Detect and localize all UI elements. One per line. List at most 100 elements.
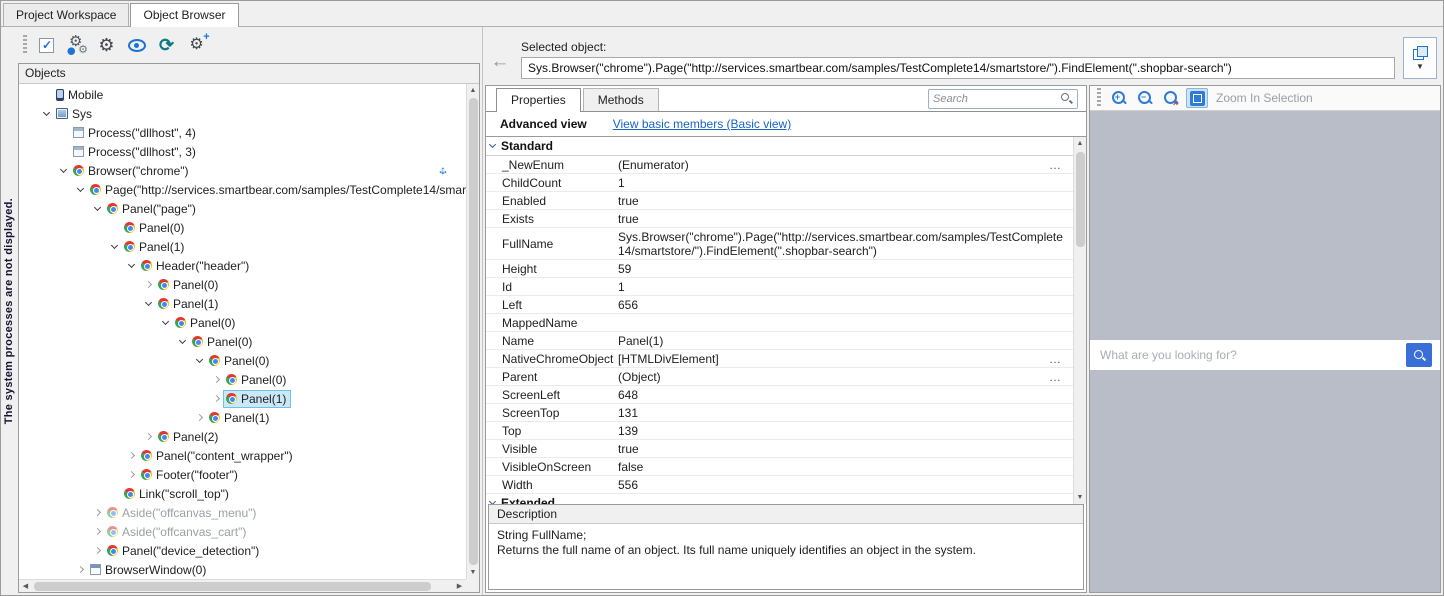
expander-icon[interactable] (125, 472, 138, 477)
grid-vertical-scrollbar[interactable]: ▲ ▼ (1073, 137, 1086, 504)
preview-search-button[interactable] (1406, 343, 1432, 367)
tree-item[interactable]: Panel(0) (19, 218, 466, 237)
tree-item[interactable]: Sys (19, 104, 466, 123)
property-row[interactable]: ChildCount1 (486, 174, 1073, 192)
move-icon[interactable]: ↔↕ (436, 163, 450, 177)
tree-horizontal-scrollbar[interactable]: ◀ ▶ (19, 579, 466, 592)
property-row[interactable]: FullNameSys.Browser("chrome").Page("http… (486, 228, 1073, 260)
property-row[interactable]: Enabledtrue (486, 192, 1073, 210)
refresh-button[interactable] (153, 32, 180, 59)
basic-view-link[interactable]: View basic members (Basic view) (613, 117, 792, 131)
tree-item[interactable]: Panel(0) (19, 332, 466, 351)
highlight-object-button[interactable] (33, 32, 60, 59)
scroll-up-arrow-icon[interactable]: ▲ (467, 84, 480, 97)
tab-project-workspace[interactable]: Project Workspace (3, 3, 129, 26)
property-row[interactable]: Width556 (486, 476, 1073, 494)
property-row[interactable]: Parent(Object)… (486, 368, 1073, 386)
expander-icon[interactable] (91, 529, 104, 534)
tree-item[interactable]: Link("scroll_top") (19, 484, 466, 503)
property-row[interactable]: Visibletrue (486, 440, 1073, 458)
tab-methods[interactable]: Methods (583, 88, 659, 111)
tree-item[interactable]: Process("dllhost", 3) (19, 142, 466, 161)
tree-item[interactable]: Mobile (19, 85, 466, 104)
tree-item[interactable]: Panel(2) (19, 427, 466, 446)
section-header[interactable]: Standard (486, 137, 1073, 156)
zoom-out-button[interactable]: − (1134, 88, 1156, 108)
ellipsis-button[interactable]: … (1041, 370, 1069, 384)
tree-item[interactable]: Aside("offcanvas_menu") (19, 503, 466, 522)
property-row[interactable]: NamePanel(1) (486, 332, 1073, 350)
property-row[interactable]: VisibleOnScreenfalse (486, 458, 1073, 476)
tree-vertical-scrollbar[interactable]: ▲ ▼ (466, 84, 479, 579)
scroll-down-arrow-icon[interactable]: ▼ (467, 566, 480, 579)
property-row[interactable]: Id1 (486, 278, 1073, 296)
toolbar-grip[interactable] (23, 35, 27, 55)
toolbar-grip[interactable] (1097, 88, 1101, 108)
object-spy-button[interactable] (123, 32, 150, 59)
tree-item[interactable]: Page("http://services.smartbear.com/samp… (19, 180, 466, 199)
property-row[interactable]: ScreenLeft648 (486, 386, 1073, 404)
zoom-selection-button[interactable] (1186, 88, 1208, 108)
expander-icon[interactable] (74, 567, 87, 572)
tree-item[interactable]: Header("header") (19, 256, 466, 275)
expander-icon[interactable] (193, 359, 206, 362)
expander-icon[interactable] (142, 434, 155, 439)
property-search-input[interactable] (933, 93, 1061, 105)
property-row[interactable]: ScreenTop131 (486, 404, 1073, 422)
expander-icon[interactable] (91, 548, 104, 553)
section-header[interactable]: Extended (486, 494, 1073, 504)
expander-icon[interactable] (91, 510, 104, 515)
tree-item[interactable]: Panel(0) (19, 313, 466, 332)
scrollbar-thumb[interactable] (34, 582, 431, 591)
copy-button[interactable]: ▼ (1403, 37, 1437, 79)
property-row[interactable]: Height59 (486, 260, 1073, 278)
expander-icon[interactable] (108, 245, 121, 248)
tree-item[interactable]: Panel(1) (19, 237, 466, 256)
expander-icon[interactable] (210, 377, 223, 382)
tree-item[interactable]: Panel(1) (19, 408, 466, 427)
scroll-up-arrow-icon[interactable]: ▲ (1074, 137, 1087, 150)
tree-item[interactable]: Panel(0) (19, 351, 466, 370)
scrollbar-thumb[interactable] (469, 98, 478, 565)
scroll-down-arrow-icon[interactable]: ▼ (1074, 491, 1087, 504)
scroll-left-arrow-icon[interactable]: ◀ (19, 580, 32, 593)
tree-item[interactable]: Panel(1) (19, 389, 466, 408)
property-row[interactable]: Left656 (486, 296, 1073, 314)
expander-icon[interactable] (91, 207, 104, 210)
expander-icon[interactable] (159, 321, 172, 324)
expander-icon[interactable] (125, 453, 138, 458)
expander-icon[interactable] (125, 264, 138, 267)
object-mapping-button[interactable] (63, 32, 90, 59)
expander-icon[interactable] (142, 302, 155, 305)
property-row[interactable]: MappedName (486, 314, 1073, 332)
scrollbar-thumb[interactable] (1076, 152, 1085, 247)
actions-gear-button[interactable] (183, 32, 210, 59)
tree-item[interactable]: Panel("device_detection") (19, 541, 466, 560)
expander-icon[interactable] (40, 112, 53, 115)
expander-icon[interactable] (193, 415, 206, 420)
tree-item[interactable]: Panel("page") (19, 199, 466, 218)
expander-icon[interactable] (57, 169, 70, 172)
expander-icon[interactable] (176, 340, 189, 343)
tree-item[interactable]: Process("dllhost", 4) (19, 123, 466, 142)
tree-item[interactable]: Footer("footer") (19, 465, 466, 484)
tree-item[interactable]: Panel("content_wrapper") (19, 446, 466, 465)
tree-item[interactable]: Browser("chrome")↔↕ (19, 161, 466, 180)
property-row[interactable]: NativeChromeObject[HTMLDivElement]… (486, 350, 1073, 368)
tree-item[interactable]: Panel(0) (19, 275, 466, 294)
ellipsis-button[interactable]: … (1041, 352, 1069, 366)
zoom-reset-button[interactable]: × (1160, 88, 1182, 108)
settings-gear-button[interactable] (93, 32, 120, 59)
scroll-right-arrow-icon[interactable]: ▶ (453, 580, 466, 593)
tree-item[interactable]: BrowserWindow(0) (19, 560, 466, 579)
tree-item[interactable]: Aside("offcanvas_cart") (19, 522, 466, 541)
zoom-in-button[interactable]: + (1108, 88, 1130, 108)
tree-item[interactable]: Panel(0) (19, 370, 466, 389)
tree-item[interactable]: Panel(1) (19, 294, 466, 313)
property-row[interactable]: Top139 (486, 422, 1073, 440)
property-row[interactable]: _NewEnum(Enumerator)… (486, 156, 1073, 174)
back-button[interactable]: ← (487, 49, 513, 75)
selected-object-input[interactable] (521, 57, 1395, 79)
expander-icon[interactable] (74, 188, 87, 191)
ellipsis-button[interactable]: … (1041, 158, 1069, 172)
